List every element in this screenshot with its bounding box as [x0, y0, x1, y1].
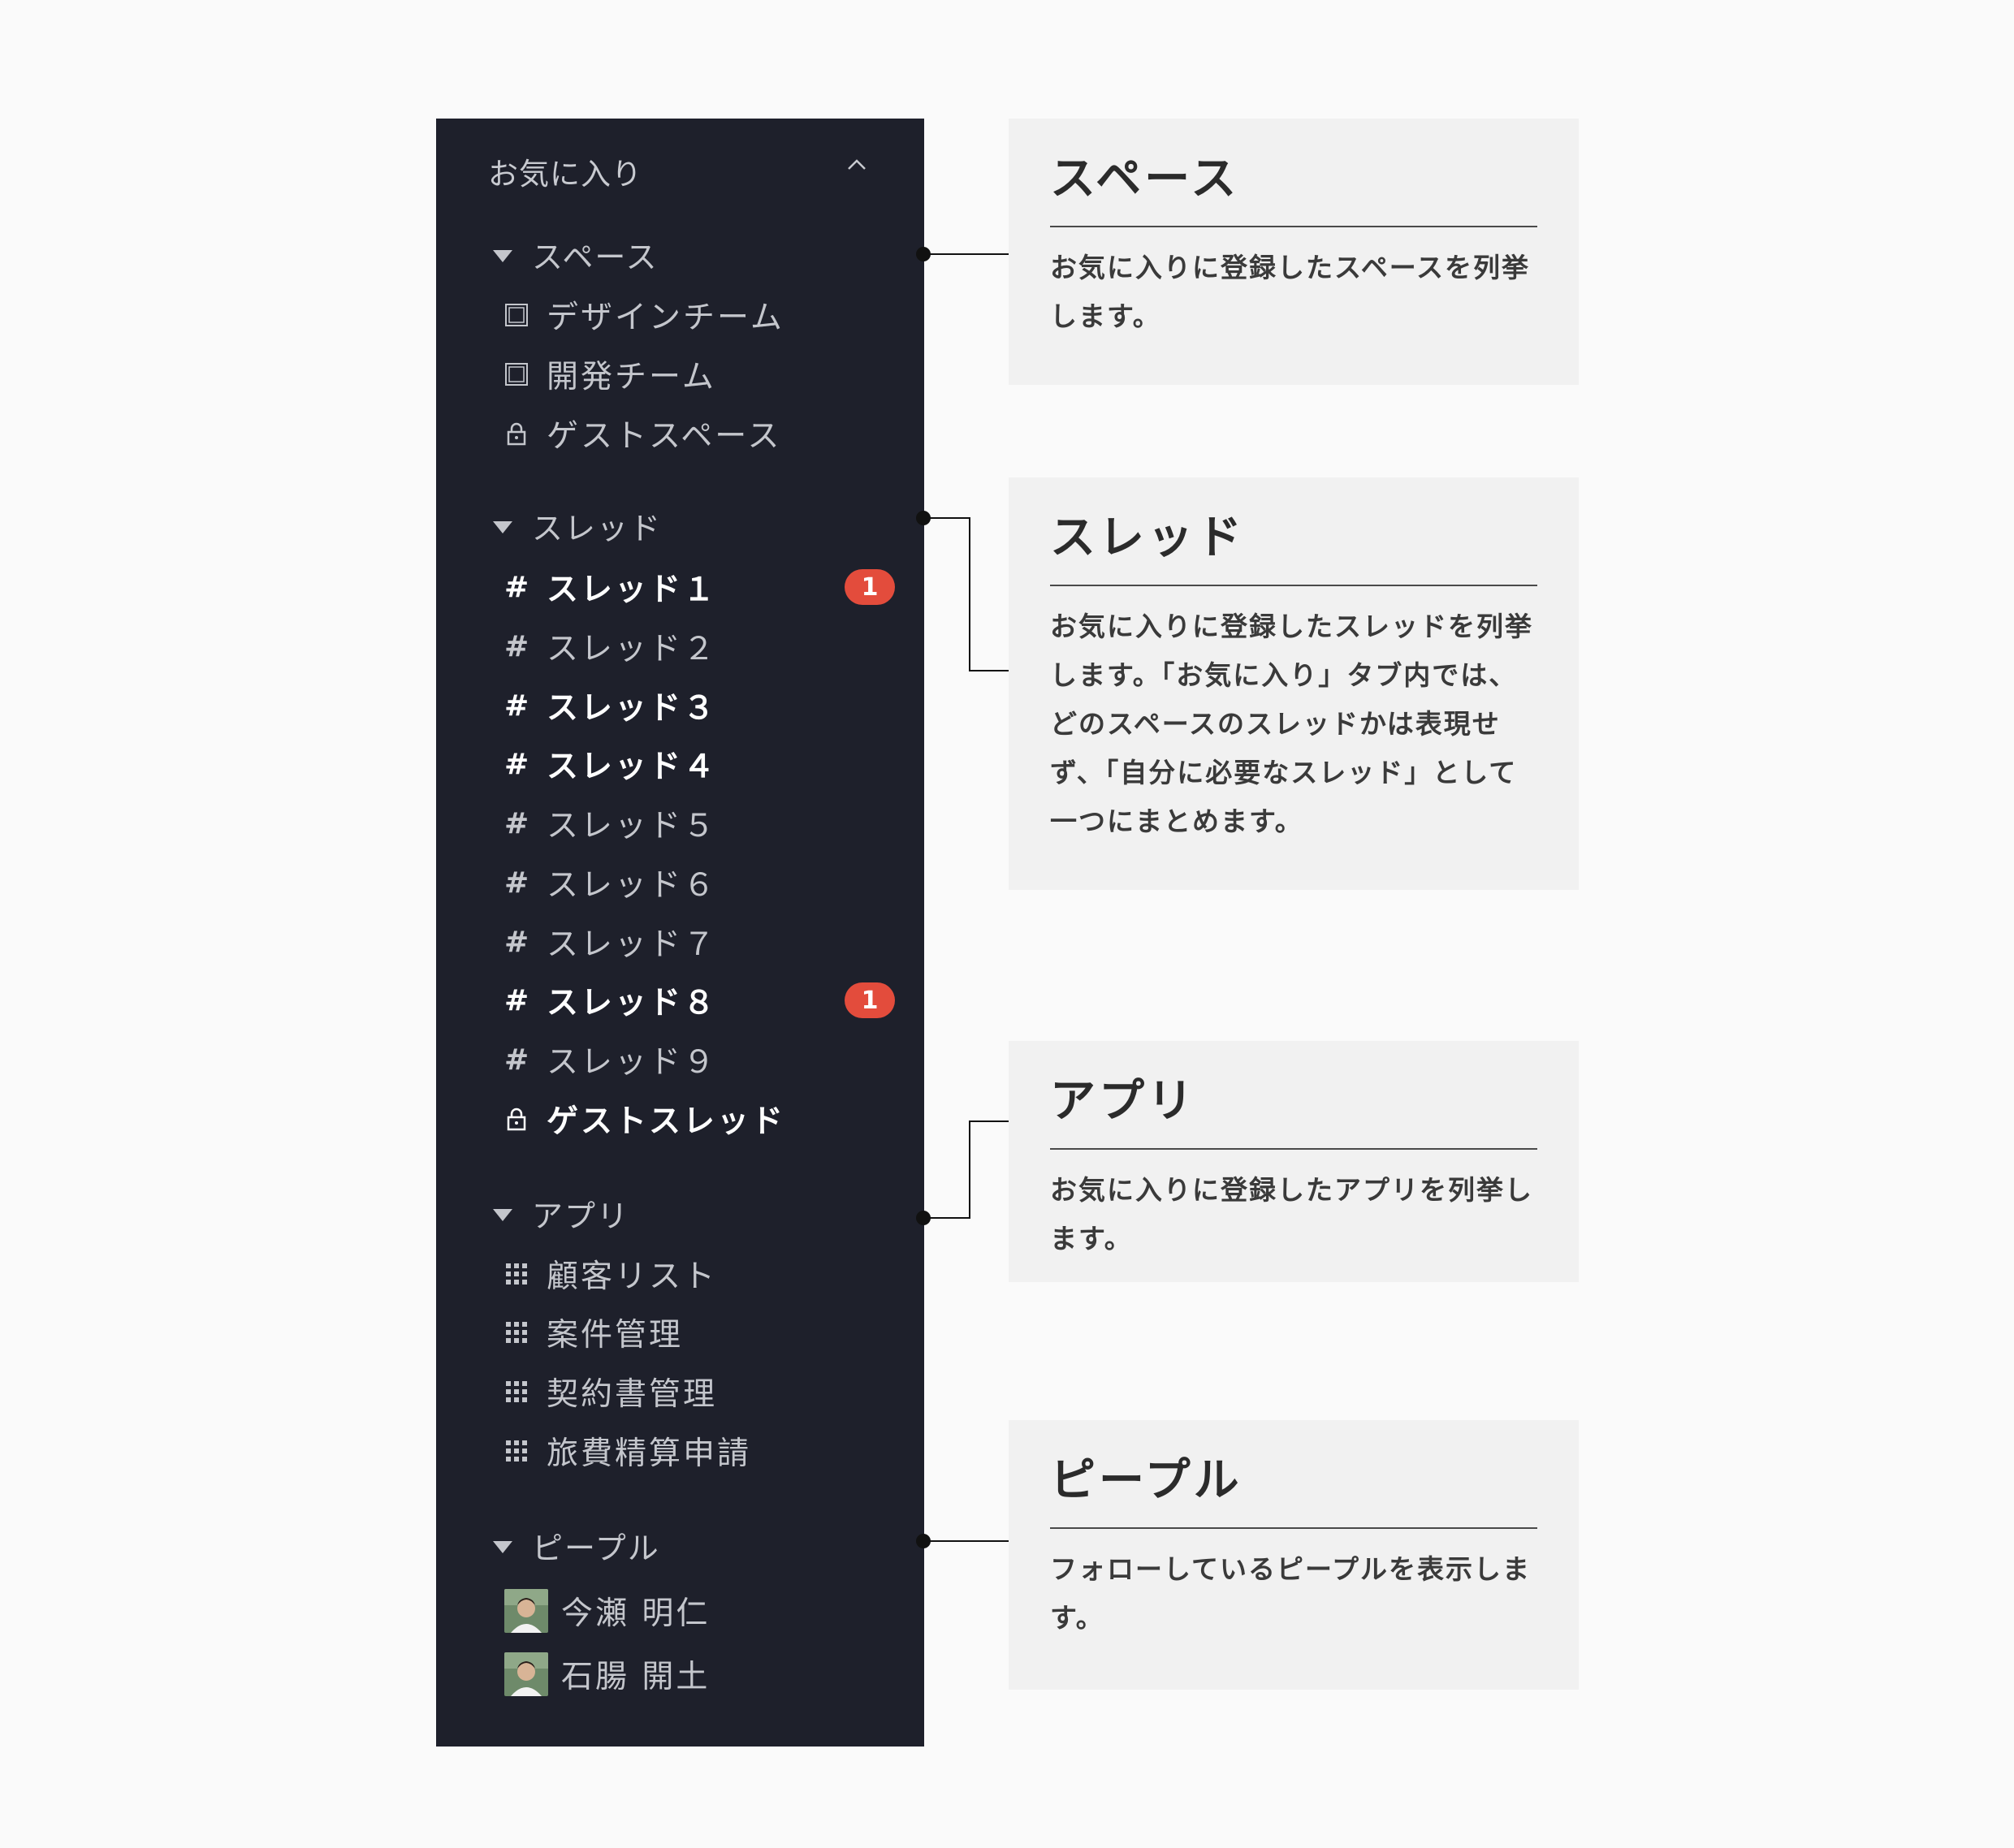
space-item-label: 開発チーム [547, 359, 716, 395]
section-label: ピープル [532, 1531, 660, 1566]
app-item-label: 案件管理 [547, 1317, 684, 1354]
thread-item-label: ゲストスレッド [547, 1103, 786, 1140]
unread-badge: 1 [845, 569, 895, 605]
hash-icon: # [504, 570, 529, 604]
app-item-label: 契約書管理 [547, 1376, 718, 1413]
hash-icon: # [504, 866, 529, 900]
grid-icon [504, 1439, 529, 1463]
caret-down-icon [493, 250, 512, 262]
grid-icon [504, 1320, 529, 1345]
thread-item-label: スレッド２ [547, 631, 718, 667]
annotation-title: スレッド [1050, 510, 1537, 586]
hash-icon: # [504, 629, 529, 663]
thread-item-label: スレッド３ [547, 690, 718, 727]
thread-item-label: スレッド５ [547, 808, 718, 844]
thread-item-5[interactable]: # スレッド５ [504, 801, 717, 846]
annotation-card-people: ピープル フォローしているピープルを表示します。 [1009, 1420, 1579, 1690]
caret-down-icon [493, 521, 512, 533]
hash-icon: # [504, 747, 529, 781]
caret-down-icon [493, 1541, 512, 1553]
annotation-title: アプリ [1050, 1073, 1537, 1150]
app-item-label: 顧客リスト [547, 1259, 718, 1295]
space-item-label: ゲストスペース [547, 418, 782, 455]
unread-badge: 1 [845, 982, 895, 1018]
thread-item-label: スレッド４ [547, 749, 718, 785]
section-header-spaces[interactable]: スペース [493, 232, 658, 277]
annotation-card-apps: アプリ お気に入りに登録したアプリを列挙します。 [1009, 1041, 1579, 1282]
hash-icon: # [504, 1043, 529, 1077]
annotation-card-threads: スレッド お気に入りに登録したスレッドを列挙します。「お気に入り」タブ内では、ど… [1009, 477, 1579, 890]
section-header-people[interactable]: ピープル [493, 1523, 660, 1568]
grid-icon [504, 1262, 529, 1286]
avatar [504, 1652, 548, 1696]
section-header-threads[interactable]: スレッド [493, 503, 662, 548]
thread-item-3[interactable]: # スレッド３ [504, 683, 717, 728]
person-name: 石腸 開土 [561, 1659, 711, 1695]
thread-item-label: スレッド６ [547, 867, 718, 904]
annotation-body: フォローしているピープルを表示します。 [1050, 1553, 1532, 1634]
space-square-icon [504, 303, 529, 327]
annotation-title: スペース [1050, 151, 1537, 227]
lock-icon [504, 1107, 529, 1131]
app-item-contracts[interactable]: 契約書管理 [504, 1369, 717, 1414]
annotation-body: お気に入りに登録したスペースを列挙します。 [1050, 252, 1531, 332]
thread-item-2[interactable]: # スレッド２ [504, 624, 717, 669]
annotation-title: ピープル [1050, 1453, 1537, 1529]
hash-icon: # [504, 925, 529, 959]
annotation-body: お気に入りに登録したスレッドを列挙します。「お気に入り」タブ内では、どのスペース… [1050, 611, 1533, 837]
thread-item-guest[interactable]: ゲストスレッド [504, 1096, 785, 1142]
thread-item-label: スレッド７ [547, 926, 718, 963]
thread-item-label: スレッド８ [547, 985, 718, 1021]
avatar [504, 1589, 548, 1633]
app-item-deals[interactable]: 案件管理 [504, 1310, 683, 1355]
thread-item-7[interactable]: # スレッド７ [504, 919, 717, 965]
hash-icon: # [504, 806, 529, 840]
section-label: スレッド [532, 511, 663, 546]
space-item-design[interactable]: デザインチーム [504, 292, 784, 338]
chevron-up-icon[interactable] [846, 154, 867, 175]
thread-item-label: スレッド１ [547, 572, 718, 608]
favorites-sidebar: お気に入り スペース デザインチーム 開発チーム ゲストスペース スレッド # … [436, 119, 924, 1747]
hash-icon: # [504, 689, 529, 723]
thread-item-8[interactable]: # スレッド８ [504, 978, 717, 1023]
person-item[interactable]: 今瀬 明仁 [504, 1588, 710, 1634]
favorites-header: お気に入り [488, 157, 642, 192]
space-item-label: デザインチーム [547, 300, 784, 336]
space-item-dev[interactable]: 開発チーム [504, 352, 716, 397]
app-item-expenses[interactable]: 旅費精算申請 [504, 1428, 751, 1474]
thread-item-9[interactable]: # スレッド９ [504, 1037, 717, 1082]
thread-item-4[interactable]: # スレッド４ [504, 741, 717, 787]
app-item-label: 旅費精算申請 [547, 1436, 752, 1472]
grid-icon [504, 1380, 529, 1404]
person-item[interactable]: 石腸 開土 [504, 1652, 710, 1697]
annotation-body: お気に入りに登録したアプリを列挙します。 [1050, 1174, 1533, 1254]
space-item-guest[interactable]: ゲストスペース [504, 411, 781, 456]
space-square-icon [504, 362, 529, 386]
connector-threads [923, 517, 1009, 671]
section-header-apps[interactable]: アプリ [493, 1191, 629, 1236]
connector-apps [923, 1120, 1009, 1219]
lock-icon [504, 421, 529, 446]
section-label: アプリ [532, 1198, 630, 1234]
annotation-connectors [916, 247, 1009, 1548]
thread-item-1[interactable]: # スレッド１ [504, 564, 717, 610]
app-item-customers[interactable]: 顧客リスト [504, 1251, 717, 1297]
person-name: 今瀬 明仁 [561, 1595, 711, 1632]
annotation-card-spaces: スペース お気に入りに登録したスペースを列挙します。 [1009, 119, 1579, 385]
hash-icon: # [504, 983, 529, 1017]
thread-item-6[interactable]: # スレッド６ [504, 860, 717, 905]
section-label: スペース [532, 240, 659, 275]
thread-item-label: スレッド９ [547, 1044, 718, 1081]
caret-down-icon [493, 1209, 512, 1221]
